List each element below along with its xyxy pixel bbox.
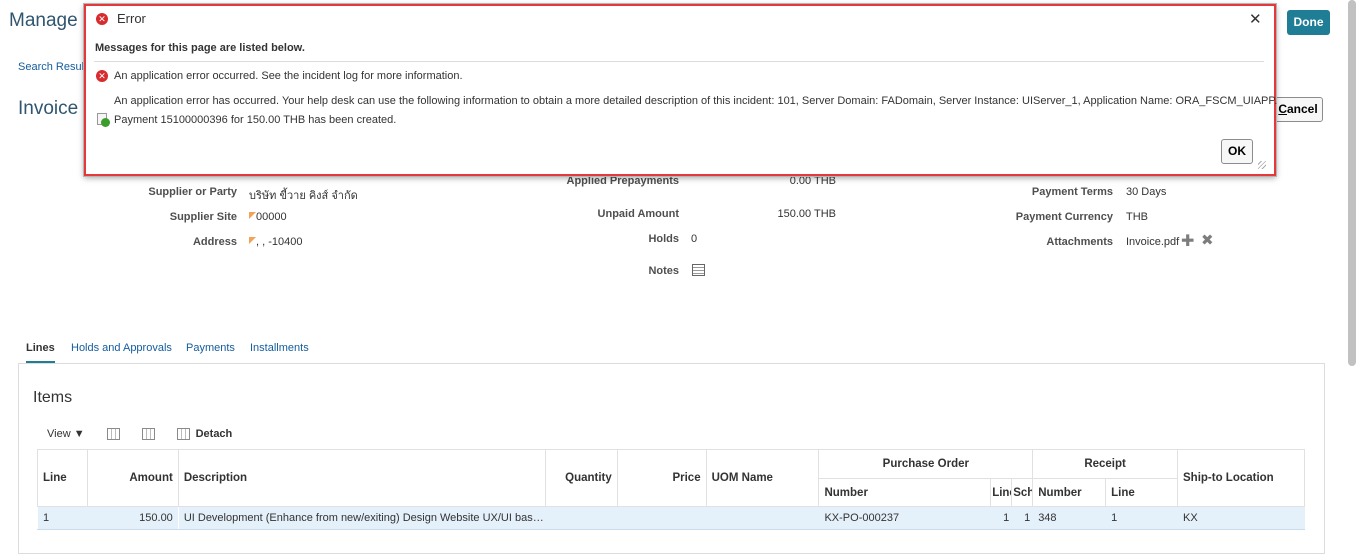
applied-prepayments-value: 0.00 THB <box>789 175 836 187</box>
payment-currency-label: Payment Currency <box>1015 211 1113 223</box>
error-icon: ✕ <box>96 70 108 82</box>
cell-uom <box>706 506 819 530</box>
col-group-receipt: Receipt <box>1032 449 1178 479</box>
col-ship-to-location[interactable]: Ship-to Location <box>1177 449 1305 507</box>
breadcrumb-search-results[interactable]: Search Results <box>18 61 86 73</box>
col-receipt-number[interactable]: Number <box>1032 478 1107 507</box>
resize-grip-icon[interactable] <box>1258 161 1266 169</box>
cell-ship-to: KX <box>1177 506 1305 530</box>
supplier-value: บริษัท ขี้วาย คิงส์ จำกัด <box>249 190 358 202</box>
error-message: ✕ An application error occurred. See the… <box>96 70 463 82</box>
dialog-title-bar[interactable]: ✕ Error <box>96 11 146 26</box>
unpaid-amount-value: 150.00 THB <box>777 208 836 220</box>
cancel-label-rest: ancel <box>1286 102 1318 116</box>
payment-terms-value: 30 Days <box>1126 186 1167 198</box>
address-label: Address <box>192 236 237 248</box>
tab-installments[interactable]: Installments <box>250 342 309 354</box>
dialog-subtitle: Messages for this page are listed below. <box>95 42 305 54</box>
tab-payments[interactable]: Payments <box>186 342 235 354</box>
page-title: Manage I <box>9 10 84 31</box>
items-table: Line Amount Description Quantity Price U… <box>37 449 1305 530</box>
flag-icon <box>249 237 256 244</box>
error-message-text: An application error occurred. See the i… <box>114 70 463 82</box>
col-line[interactable]: Line <box>37 449 88 507</box>
detach-button[interactable]: Detach <box>176 428 233 440</box>
confirmation-icon <box>96 113 110 127</box>
payment-currency-value: THB <box>1126 211 1148 223</box>
cell-receipt-line: 1 <box>1105 506 1178 530</box>
items-toolbar: View ▼ Detach <box>47 425 232 443</box>
col-price[interactable]: Price <box>616 449 707 507</box>
confirmation-message: Payment 15100000396 for 150.00 THB has b… <box>96 113 396 127</box>
holds-label: Holds <box>648 233 679 245</box>
close-icon[interactable]: ✕ <box>1249 10 1262 28</box>
col-quantity[interactable]: Quantity <box>544 449 618 507</box>
cancel-button[interactable]: Cancel <box>1273 97 1323 122</box>
address: , , -10400 <box>249 236 302 248</box>
col-po-number[interactable]: Number <box>818 478 992 507</box>
confirmation-message-text: Payment 15100000396 for 150.00 THB has b… <box>114 114 397 126</box>
dialog-title: Error <box>117 11 146 26</box>
flag-icon <box>249 212 256 219</box>
col-description[interactable]: Description <box>177 449 546 507</box>
invoice-details-title: Invoice D <box>18 98 84 119</box>
done-button[interactable]: Done <box>1287 10 1330 35</box>
dialog-divider <box>94 61 1264 62</box>
col-uom-name[interactable]: UOM Name <box>705 449 820 507</box>
detach-label: Detach <box>195 428 233 440</box>
col-po-schedule[interactable]: Schedule <box>1011 478 1034 507</box>
col-amount[interactable]: Amount <box>86 449 179 507</box>
col-po-line[interactable]: Line <box>990 478 1013 507</box>
cell-po-line: 1 <box>990 506 1012 530</box>
attachments-label: Attachments <box>1046 236 1113 248</box>
delete-attachment-icon[interactable]: ✖ <box>1201 233 1214 248</box>
notes-label: Notes <box>648 265 679 277</box>
attachment-link[interactable]: Invoice.pdf <box>1126 236 1179 248</box>
col-group-purchase-order: Purchase Order <box>818 449 1034 479</box>
error-icon: ✕ <box>96 12 108 25</box>
payment-terms-label: Payment Terms <box>1031 186 1113 198</box>
cell-po-schedule: 1 <box>1011 506 1033 530</box>
items-title: Items <box>33 389 73 406</box>
error-detail-text: An application error has occurred. Your … <box>114 95 1278 107</box>
view-menu[interactable]: View ▼ <box>47 428 85 440</box>
error-dialog: ✕ Error ✕ Messages for this page are lis… <box>83 3 1278 177</box>
tab-lines[interactable]: Lines <box>26 342 55 363</box>
unpaid-amount-label: Unpaid Amount <box>597 208 679 220</box>
notes-icon[interactable] <box>692 264 705 276</box>
supplier-site-value: 00000 <box>256 211 287 223</box>
cell-description: UI Development (Enhance from new/exiting… <box>178 506 546 530</box>
tab-holds-and-approvals[interactable]: Holds and Approvals <box>71 342 172 354</box>
cell-price <box>617 506 707 530</box>
cell-quantity <box>545 506 618 530</box>
supplier-site: 00000 <box>249 211 287 223</box>
holds-value[interactable]: 0 <box>691 233 697 245</box>
cell-amount: 150.00 <box>87 506 179 530</box>
freeze-columns-icon[interactable] <box>106 428 120 440</box>
detail-tabs: Lines Holds and Approvals Payments Insta… <box>18 336 1325 364</box>
detach-icon <box>176 428 190 440</box>
supplier-label: Supplier or Party <box>148 186 237 198</box>
ok-button[interactable]: OK <box>1221 139 1253 164</box>
col-receipt-line[interactable]: Line <box>1105 478 1178 507</box>
address-value: , , -10400 <box>256 236 303 248</box>
cell-receipt-number[interactable]: 348 <box>1032 506 1106 530</box>
cancel-access-key: C <box>1278 102 1287 116</box>
cell-po-number[interactable]: KX-PO-000237 <box>818 506 991 530</box>
add-attachment-icon[interactable]: ✚ <box>1181 234 1194 250</box>
supplier-site-label: Supplier Site <box>169 211 237 223</box>
table-row[interactable]: 1 150.00 UI Development (Enhance from ne… <box>37 506 1305 530</box>
cell-line: 1 <box>37 506 88 530</box>
page-scrollbar[interactable] <box>1348 0 1356 366</box>
filter-icon[interactable] <box>141 428 155 440</box>
applied-prepayments-label: Applied Prepayments <box>566 175 679 187</box>
